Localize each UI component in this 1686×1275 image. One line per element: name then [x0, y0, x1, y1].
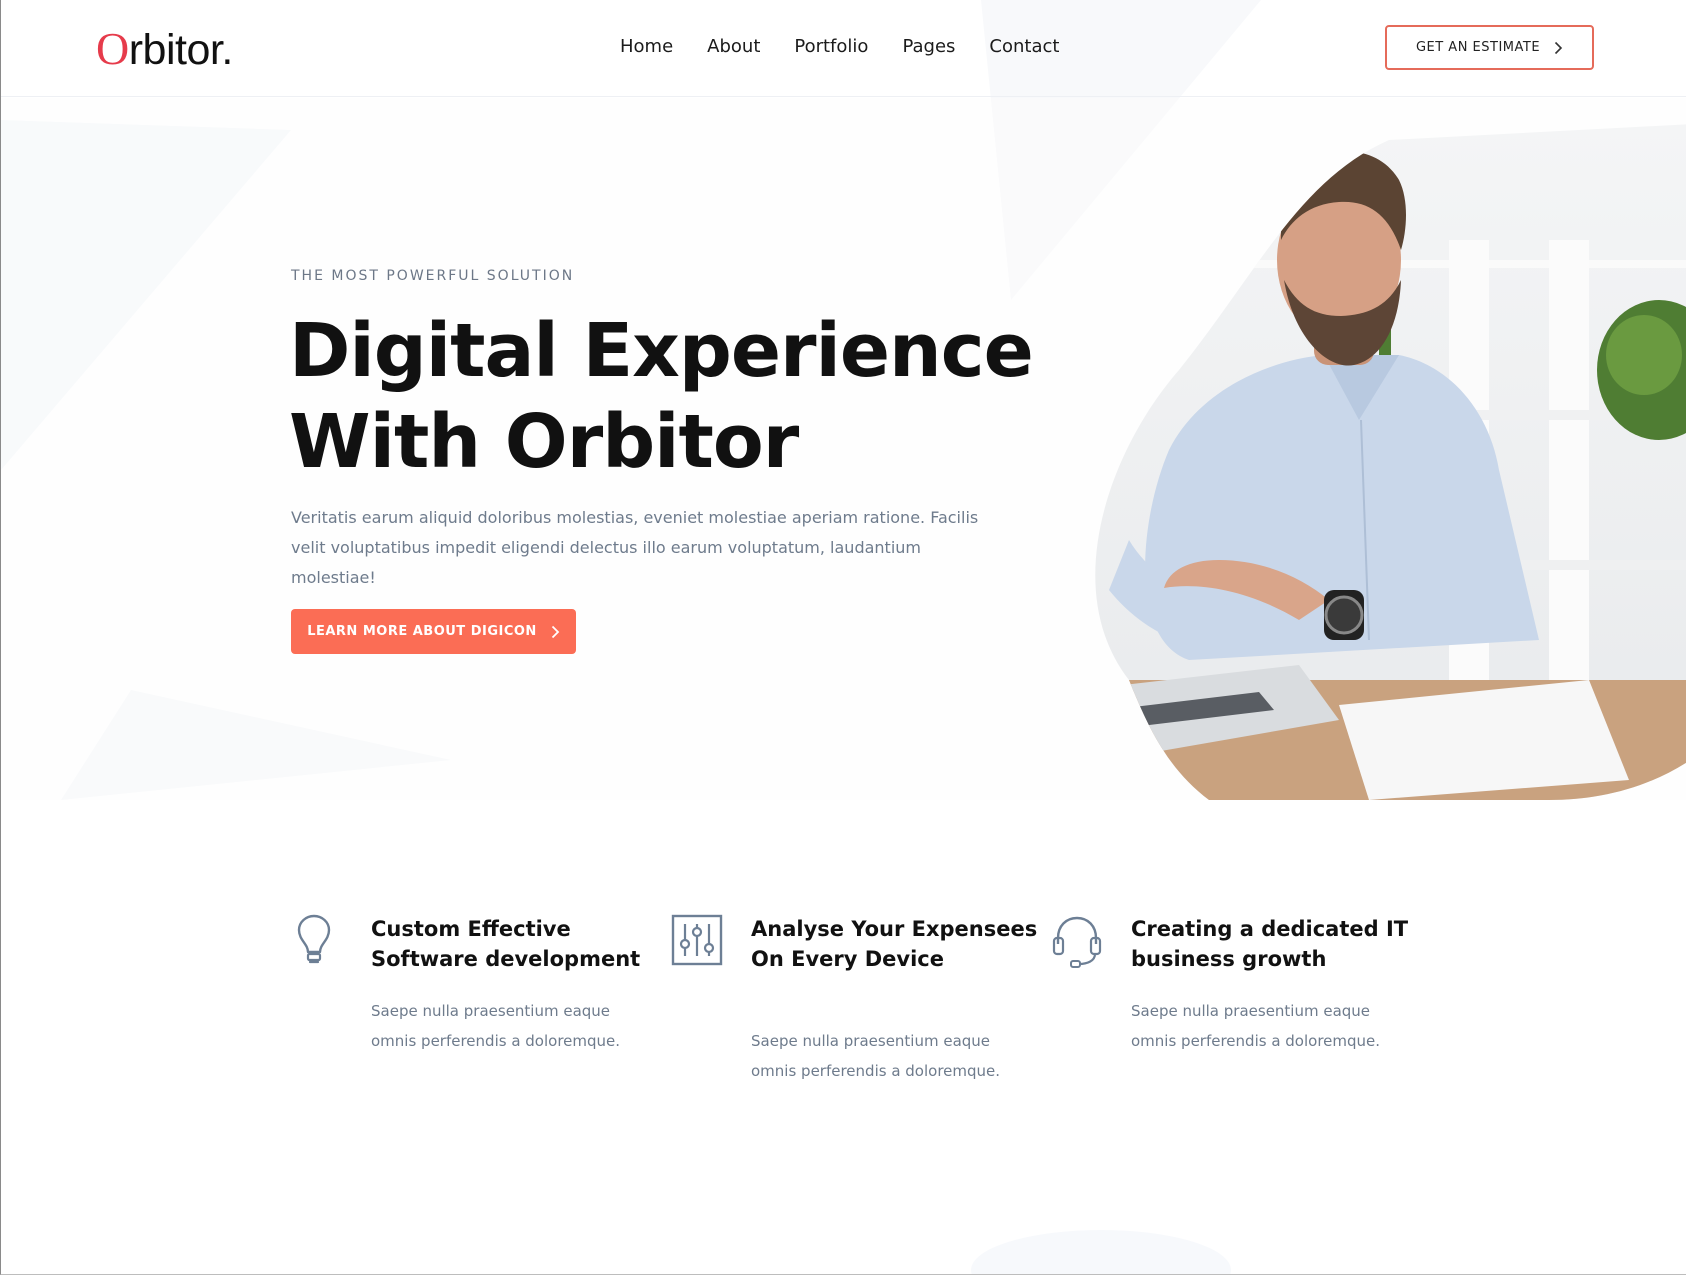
learn-more-label: LEARN MORE ABOUT DIGICON	[307, 624, 537, 639]
nav-portfolio[interactable]: Portfolio	[794, 36, 868, 57]
feature-title: Custom Effective Software development	[371, 917, 641, 971]
feature-text: Saepe nulla praesentium eaque omnis perf…	[371, 1002, 621, 1050]
logo-mark: O	[96, 23, 129, 74]
site-header: Orbitor. Home About Portfolio Pages Cont…	[1, 0, 1686, 97]
learn-more-button[interactable]: LEARN MORE ABOUT DIGICON	[291, 609, 576, 654]
get-estimate-button[interactable]: GET AN ESTIMATE	[1385, 25, 1594, 70]
feature-text: Saepe nulla praesentium eaque omnis perf…	[751, 1032, 1001, 1080]
hero-title-line1: Digital Experience	[289, 308, 1034, 394]
nav-contact[interactable]: Contact	[989, 36, 1059, 57]
lightbulb-icon	[297, 914, 331, 964]
feature-title: Analyse Your Expensees On Every Device	[751, 917, 1038, 971]
main-nav: Home About Portfolio Pages Contact	[620, 36, 1093, 57]
features-section: Custom Effective Software development Sa…	[291, 910, 1411, 1110]
hero-image	[1095, 120, 1686, 800]
nav-home[interactable]: Home	[620, 36, 673, 57]
feature-title: Creating a dedicated IT business growth	[1131, 917, 1409, 971]
logo-text: rbitor.	[128, 26, 234, 74]
page: Orbitor. Home About Portfolio Pages Cont…	[0, 0, 1686, 1275]
nav-about[interactable]: About	[707, 36, 760, 57]
get-estimate-label: GET AN ESTIMATE	[1415, 40, 1541, 55]
chevron-right-icon	[1554, 41, 1563, 54]
logo[interactable]: Orbitor.	[96, 22, 233, 75]
nav-pages[interactable]: Pages	[902, 36, 955, 57]
headset-icon	[1052, 916, 1102, 968]
chevron-right-icon	[551, 625, 560, 638]
feature-text: Saepe nulla praesentium eaque omnis perf…	[1131, 1002, 1381, 1050]
hero-description: Veritatis earum aliquid doloribus molest…	[291, 508, 979, 587]
hero-title: Digital Experience With Orbitor	[289, 306, 1049, 488]
hero-kicker: THE MOST POWERFUL SOLUTION	[291, 268, 575, 284]
sliders-icon	[671, 914, 723, 966]
hero-title-line2: With Orbitor	[289, 399, 799, 485]
